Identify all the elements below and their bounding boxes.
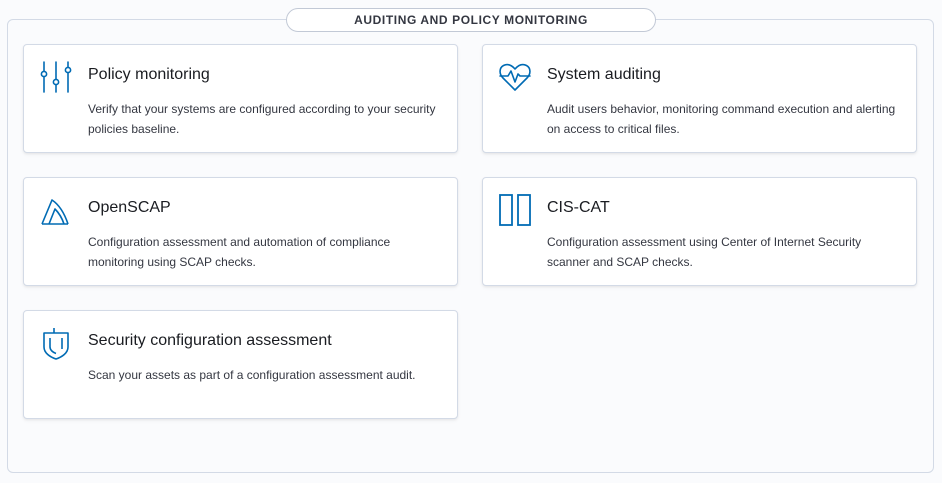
card-title: CIS-CAT — [547, 199, 610, 216]
shield-icon — [38, 325, 74, 361]
card-system-auditing[interactable]: System auditing Audit users behavior, mo… — [482, 44, 917, 153]
card-openscap[interactable]: OpenSCAP Configuration assessment and au… — [23, 177, 458, 286]
card-title: Policy monitoring — [88, 66, 210, 83]
heart-pulse-icon — [497, 59, 533, 95]
card-description: Audit users behavior, monitoring command… — [547, 102, 896, 136]
card-description: Configuration assessment and automation … — [88, 235, 391, 269]
card-policy-monitoring[interactable]: Policy monitoring Verify that your syste… — [23, 44, 458, 153]
section-title: AUDITING AND POLICY MONITORING — [286, 8, 656, 32]
openscap-logo-icon — [38, 192, 74, 228]
card-description: Configuration assessment using Center of… — [547, 235, 862, 269]
card-description: Verify that your systems are configured … — [88, 102, 436, 136]
card-cis-cat[interactable]: CIS-CAT Configuration assessment using C… — [482, 177, 917, 286]
card-title: Security configuration assessment — [88, 332, 332, 349]
sliders-icon — [38, 59, 74, 95]
card-description: Scan your assets as part of a configurat… — [88, 368, 416, 382]
card-security-configuration-assessment[interactable]: Security configuration assessment Scan y… — [23, 310, 458, 419]
card-title: OpenSCAP — [88, 199, 171, 216]
card-title: System auditing — [547, 66, 661, 83]
columns-icon — [497, 192, 533, 228]
